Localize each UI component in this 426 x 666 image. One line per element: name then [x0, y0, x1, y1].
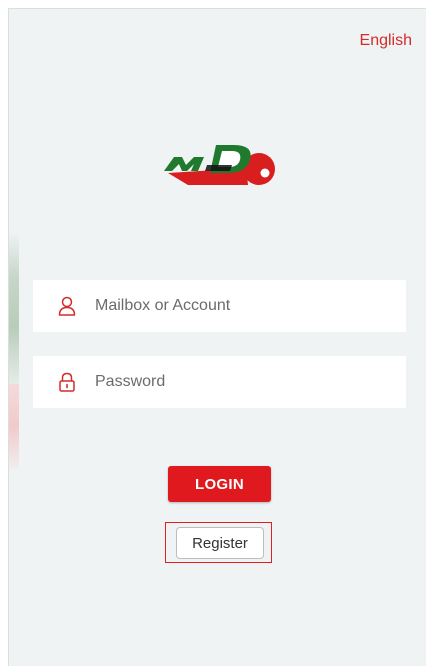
password-input-placeholder: Password [95, 373, 166, 390]
language-selector[interactable]: English [360, 32, 412, 50]
password-field[interactable]: Password [33, 356, 406, 408]
account-input-placeholder: Mailbox or Account [95, 297, 231, 314]
login-panel [8, 8, 426, 666]
user-icon [57, 296, 77, 316]
lock-icon [57, 372, 77, 392]
brand-logo [162, 135, 282, 195]
background-image-edge-red [9, 384, 19, 469]
account-field[interactable]: Mailbox or Account [33, 280, 406, 332]
register-button[interactable]: Register [176, 527, 264, 559]
background-image-edge-green [9, 231, 19, 391]
login-button[interactable]: LOGIN [168, 466, 271, 502]
